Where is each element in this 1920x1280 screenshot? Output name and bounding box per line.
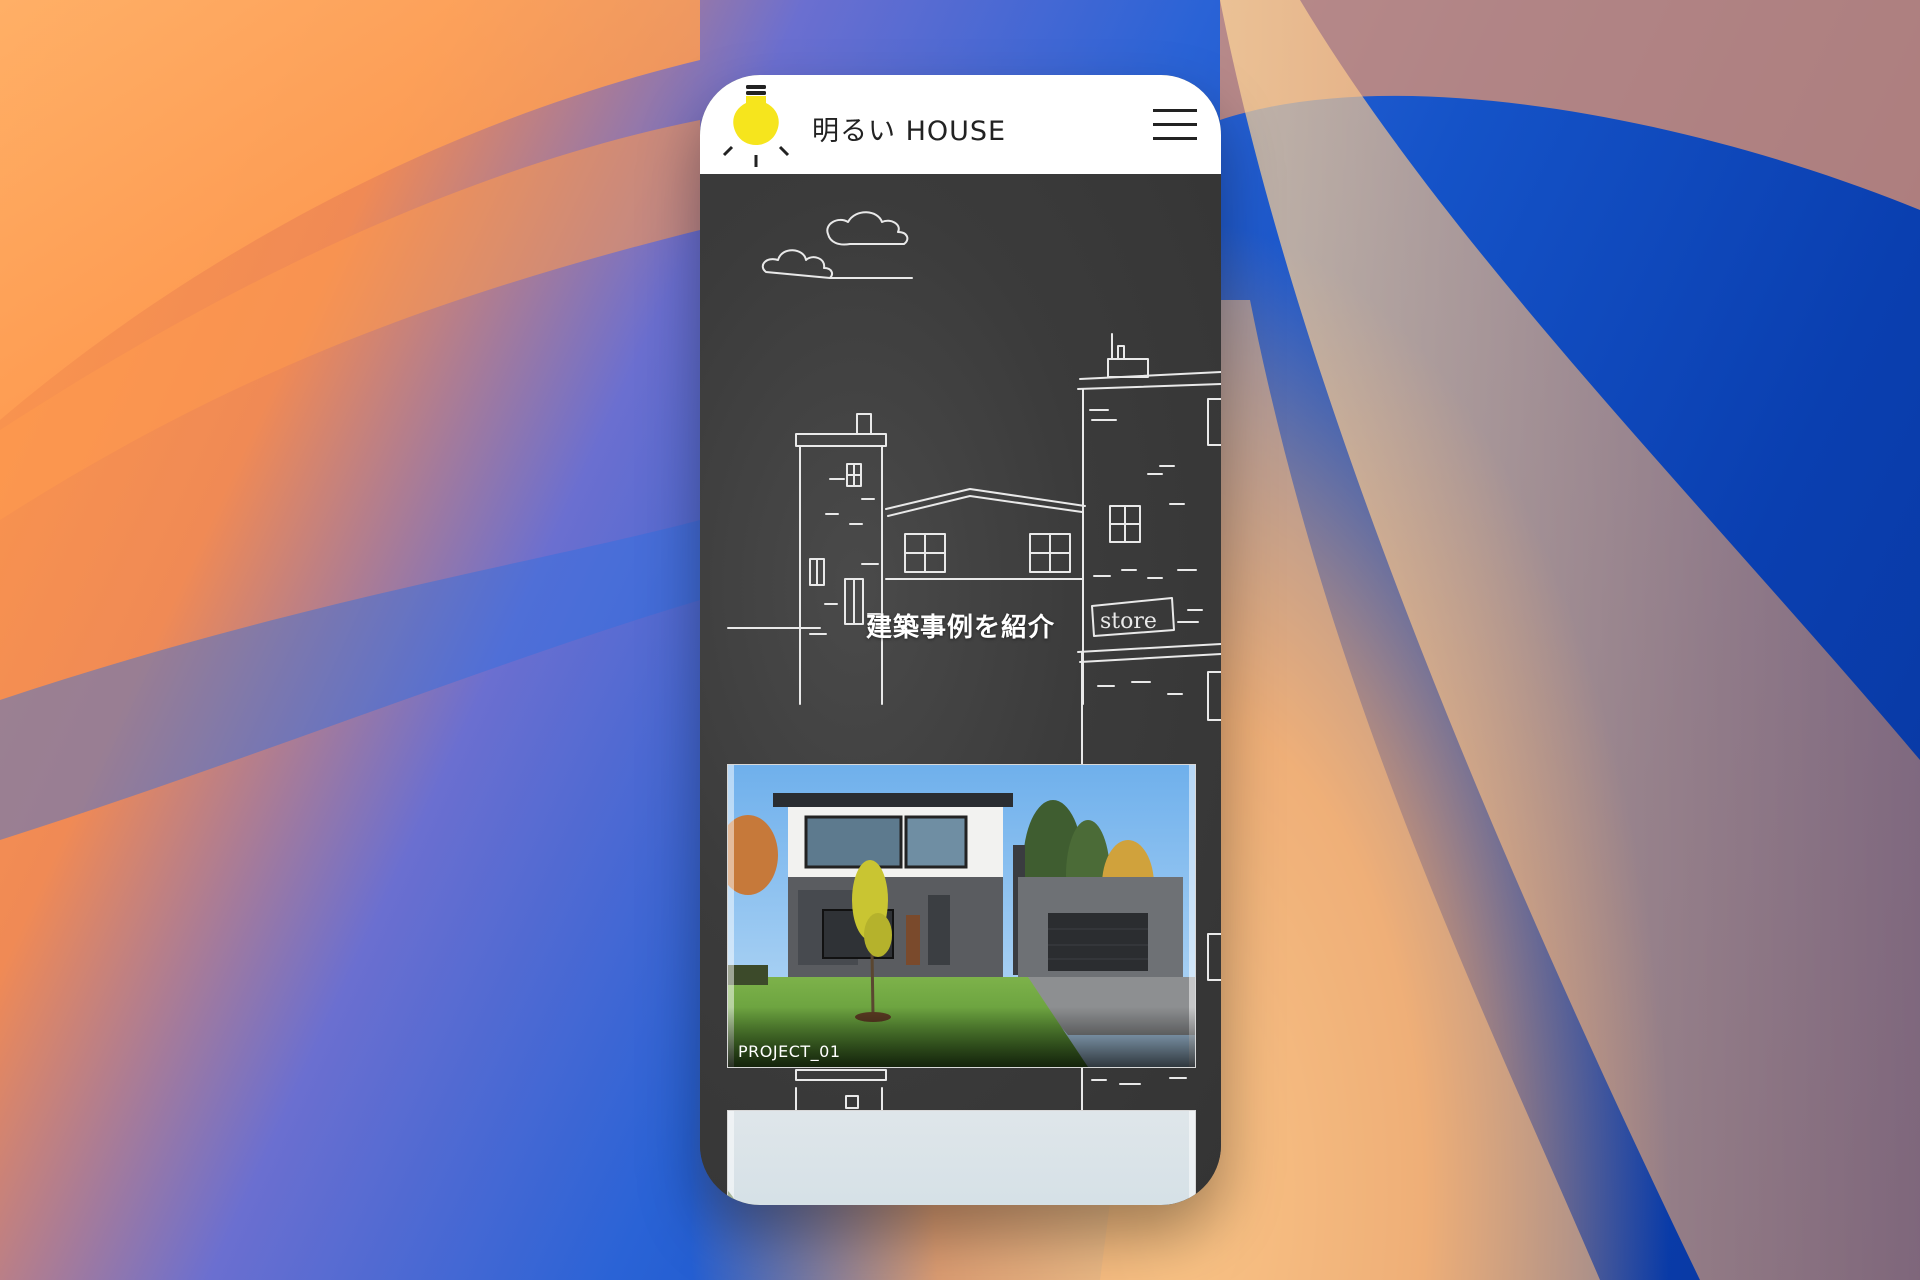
project-photo-02 <box>728 1111 1195 1205</box>
hero-section: store 建築事例を紹介 PROJECT_01 <box>700 174 1221 1205</box>
project-card-01[interactable]: PROJECT_01 <box>727 764 1196 1068</box>
project-label: PROJECT_01 <box>738 1042 841 1061</box>
section-title: 建築事例を紹介 <box>865 613 1055 643</box>
app-header: 明るい HOUSE <box>700 75 1221 174</box>
hamburger-menu-icon[interactable] <box>1153 109 1197 141</box>
site-title[interactable]: 明るい HOUSE <box>812 109 1006 148</box>
project-card-02[interactable] <box>727 1110 1196 1205</box>
phone-frame: 明るい HOUSE store 建築事例を紹介 PROJECT_01 <box>700 75 1221 1205</box>
lightbulb-icon[interactable] <box>720 83 790 169</box>
